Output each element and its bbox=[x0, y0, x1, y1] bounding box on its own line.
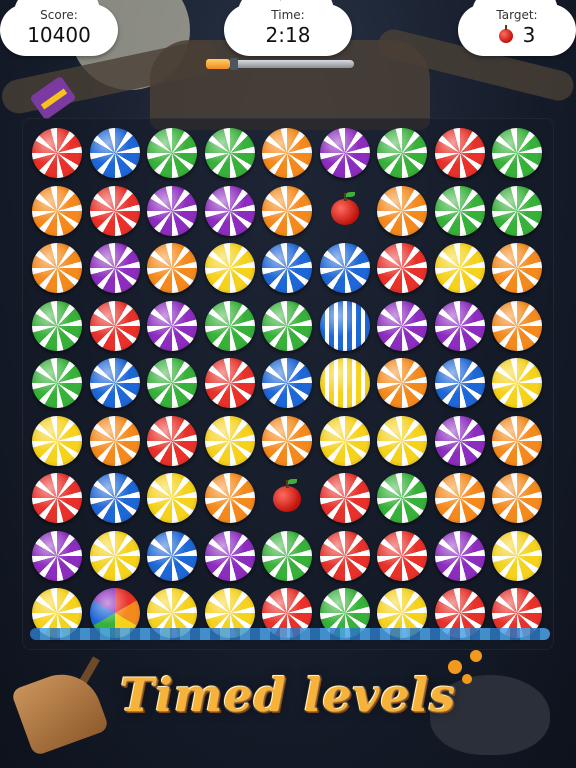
time-progress-bar bbox=[206, 58, 358, 70]
green-candy-icon[interactable] bbox=[147, 128, 197, 178]
red-candy-icon[interactable] bbox=[319, 530, 370, 581]
yellow-candy-icon[interactable] bbox=[147, 473, 197, 523]
yellow-candy-icon[interactable] bbox=[319, 415, 370, 466]
orange-candy-icon[interactable] bbox=[32, 243, 82, 293]
orange-candy-icon[interactable] bbox=[262, 128, 312, 178]
blue-candy-icon[interactable] bbox=[262, 243, 312, 293]
purple-candy-icon[interactable] bbox=[204, 530, 255, 581]
purple-candy-icon[interactable] bbox=[434, 415, 485, 466]
yellow-candy-icon[interactable] bbox=[492, 358, 542, 408]
target-value: 3 bbox=[522, 23, 536, 47]
purple-candy-icon[interactable] bbox=[147, 185, 197, 236]
time-value: 2:18 bbox=[265, 23, 311, 47]
green-candy-icon[interactable] bbox=[204, 300, 255, 351]
purple-candy-icon[interactable] bbox=[377, 300, 427, 351]
apple-icon[interactable] bbox=[320, 186, 370, 236]
blue-candy-icon[interactable] bbox=[434, 358, 485, 408]
orange-candy-icon[interactable] bbox=[89, 415, 140, 466]
green-candy-icon[interactable] bbox=[377, 128, 427, 178]
orange-candy-icon[interactable] bbox=[32, 185, 82, 236]
green-candy-icon[interactable] bbox=[147, 358, 197, 408]
blue-candy-icon[interactable] bbox=[319, 243, 370, 293]
blue-candy-icon[interactable] bbox=[89, 473, 140, 523]
purple-candy-icon[interactable] bbox=[319, 128, 370, 178]
blue-candy-icon[interactable] bbox=[147, 530, 197, 581]
red-candy-icon[interactable] bbox=[32, 128, 82, 178]
yellow-candy-icon[interactable] bbox=[32, 415, 82, 466]
game-board bbox=[22, 118, 554, 650]
score-label: Score: bbox=[40, 8, 78, 22]
green-candy-icon[interactable] bbox=[262, 300, 312, 351]
yellow-candy-icon[interactable] bbox=[204, 415, 255, 466]
purple-candy-icon[interactable] bbox=[32, 530, 82, 581]
red-candy-icon[interactable] bbox=[434, 128, 485, 178]
green-candy-icon[interactable] bbox=[434, 185, 485, 236]
yellow-candy-icon[interactable] bbox=[434, 243, 485, 293]
bubble bbox=[470, 650, 482, 662]
red-candy-icon[interactable] bbox=[377, 243, 427, 293]
water-strip bbox=[30, 628, 550, 640]
striped-yellow-candy-icon[interactable] bbox=[319, 358, 370, 408]
target-label: Target: bbox=[496, 8, 538, 22]
yellow-candy-icon[interactable] bbox=[377, 415, 427, 466]
green-candy-icon[interactable] bbox=[492, 128, 542, 178]
purple-candy-icon[interactable] bbox=[89, 243, 140, 293]
blue-candy-icon[interactable] bbox=[262, 358, 312, 408]
red-candy-icon[interactable] bbox=[89, 300, 140, 351]
apple-icon bbox=[498, 25, 513, 43]
apple-icon[interactable] bbox=[262, 473, 312, 523]
target-row: 3 bbox=[458, 23, 576, 47]
orange-candy-icon[interactable] bbox=[147, 243, 197, 293]
orange-candy-icon[interactable] bbox=[492, 243, 542, 293]
purple-candy-icon[interactable] bbox=[434, 530, 485, 581]
blue-candy-icon[interactable] bbox=[89, 128, 140, 178]
time-label: Time: bbox=[271, 8, 305, 22]
yellow-candy-icon[interactable] bbox=[492, 530, 542, 581]
orange-candy-icon[interactable] bbox=[434, 473, 485, 523]
yellow-candy-icon[interactable] bbox=[89, 530, 140, 581]
striped-blue-candy-icon[interactable] bbox=[319, 300, 370, 351]
red-candy-icon[interactable] bbox=[377, 530, 427, 581]
green-candy-icon[interactable] bbox=[32, 358, 82, 408]
purple-candy-icon[interactable] bbox=[204, 185, 255, 236]
red-candy-icon[interactable] bbox=[147, 415, 197, 466]
target-panel: Target: 3 bbox=[458, 0, 576, 56]
orange-candy-icon[interactable] bbox=[492, 473, 542, 523]
knife-blade bbox=[236, 60, 354, 68]
orange-candy-icon[interactable] bbox=[262, 415, 312, 466]
time-panel: Time: 2:18 bbox=[224, 0, 352, 56]
orange-candy-icon[interactable] bbox=[204, 473, 255, 523]
time-progress-fill bbox=[206, 59, 230, 69]
green-candy-icon[interactable] bbox=[32, 300, 82, 351]
yellow-candy-icon[interactable] bbox=[204, 243, 255, 293]
red-candy-icon[interactable] bbox=[89, 185, 140, 236]
red-candy-icon[interactable] bbox=[319, 473, 370, 523]
score-value: 10400 bbox=[27, 23, 91, 47]
red-candy-icon[interactable] bbox=[32, 473, 82, 523]
purple-candy-icon[interactable] bbox=[147, 300, 197, 351]
green-candy-icon[interactable] bbox=[204, 128, 255, 178]
orange-candy-icon[interactable] bbox=[492, 415, 542, 466]
purple-candy-icon[interactable] bbox=[434, 300, 485, 351]
green-candy-icon[interactable] bbox=[262, 530, 312, 581]
green-candy-icon[interactable] bbox=[377, 473, 427, 523]
orange-candy-icon[interactable] bbox=[377, 358, 427, 408]
knife-handle bbox=[230, 58, 238, 70]
mode-banner: Timed levels bbox=[120, 668, 456, 722]
orange-candy-icon[interactable] bbox=[492, 300, 542, 351]
blue-candy-icon[interactable] bbox=[89, 358, 140, 408]
red-candy-icon[interactable] bbox=[204, 358, 255, 408]
green-candy-icon[interactable] bbox=[492, 185, 542, 236]
orange-candy-icon[interactable] bbox=[377, 185, 427, 236]
orange-candy-icon[interactable] bbox=[262, 185, 312, 236]
score-panel: Score: 10400 bbox=[0, 0, 118, 56]
